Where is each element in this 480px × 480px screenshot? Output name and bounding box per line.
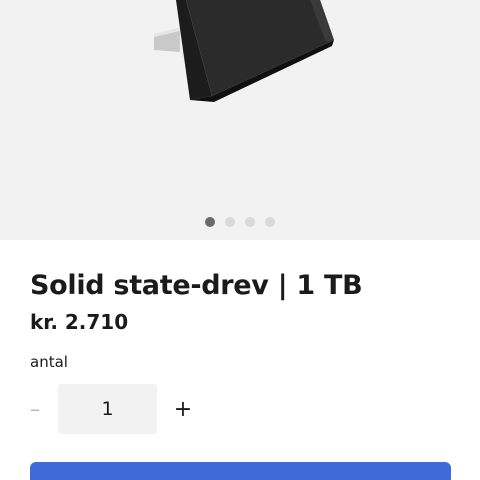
gallery-dot[interactable]: [245, 217, 255, 227]
product-price: kr. 2.710: [30, 310, 129, 334]
gallery-dot[interactable]: [265, 217, 275, 227]
gallery-dot[interactable]: [205, 217, 215, 227]
ssd-drive-image: [154, 0, 334, 102]
quantity-input[interactable]: 1: [58, 384, 157, 434]
decrement-button[interactable]: –: [30, 384, 58, 434]
quantity-label: antal: [30, 353, 68, 371]
product-gallery[interactable]: [0, 0, 480, 240]
gallery-dot[interactable]: [225, 217, 235, 227]
quantity-stepper: – 1 +: [30, 384, 197, 434]
increment-button[interactable]: +: [169, 384, 197, 434]
gallery-pagination: [0, 217, 480, 227]
add-to-cart-button[interactable]: [30, 462, 451, 480]
product-title: Solid state-drev | 1 TB: [30, 270, 363, 301]
